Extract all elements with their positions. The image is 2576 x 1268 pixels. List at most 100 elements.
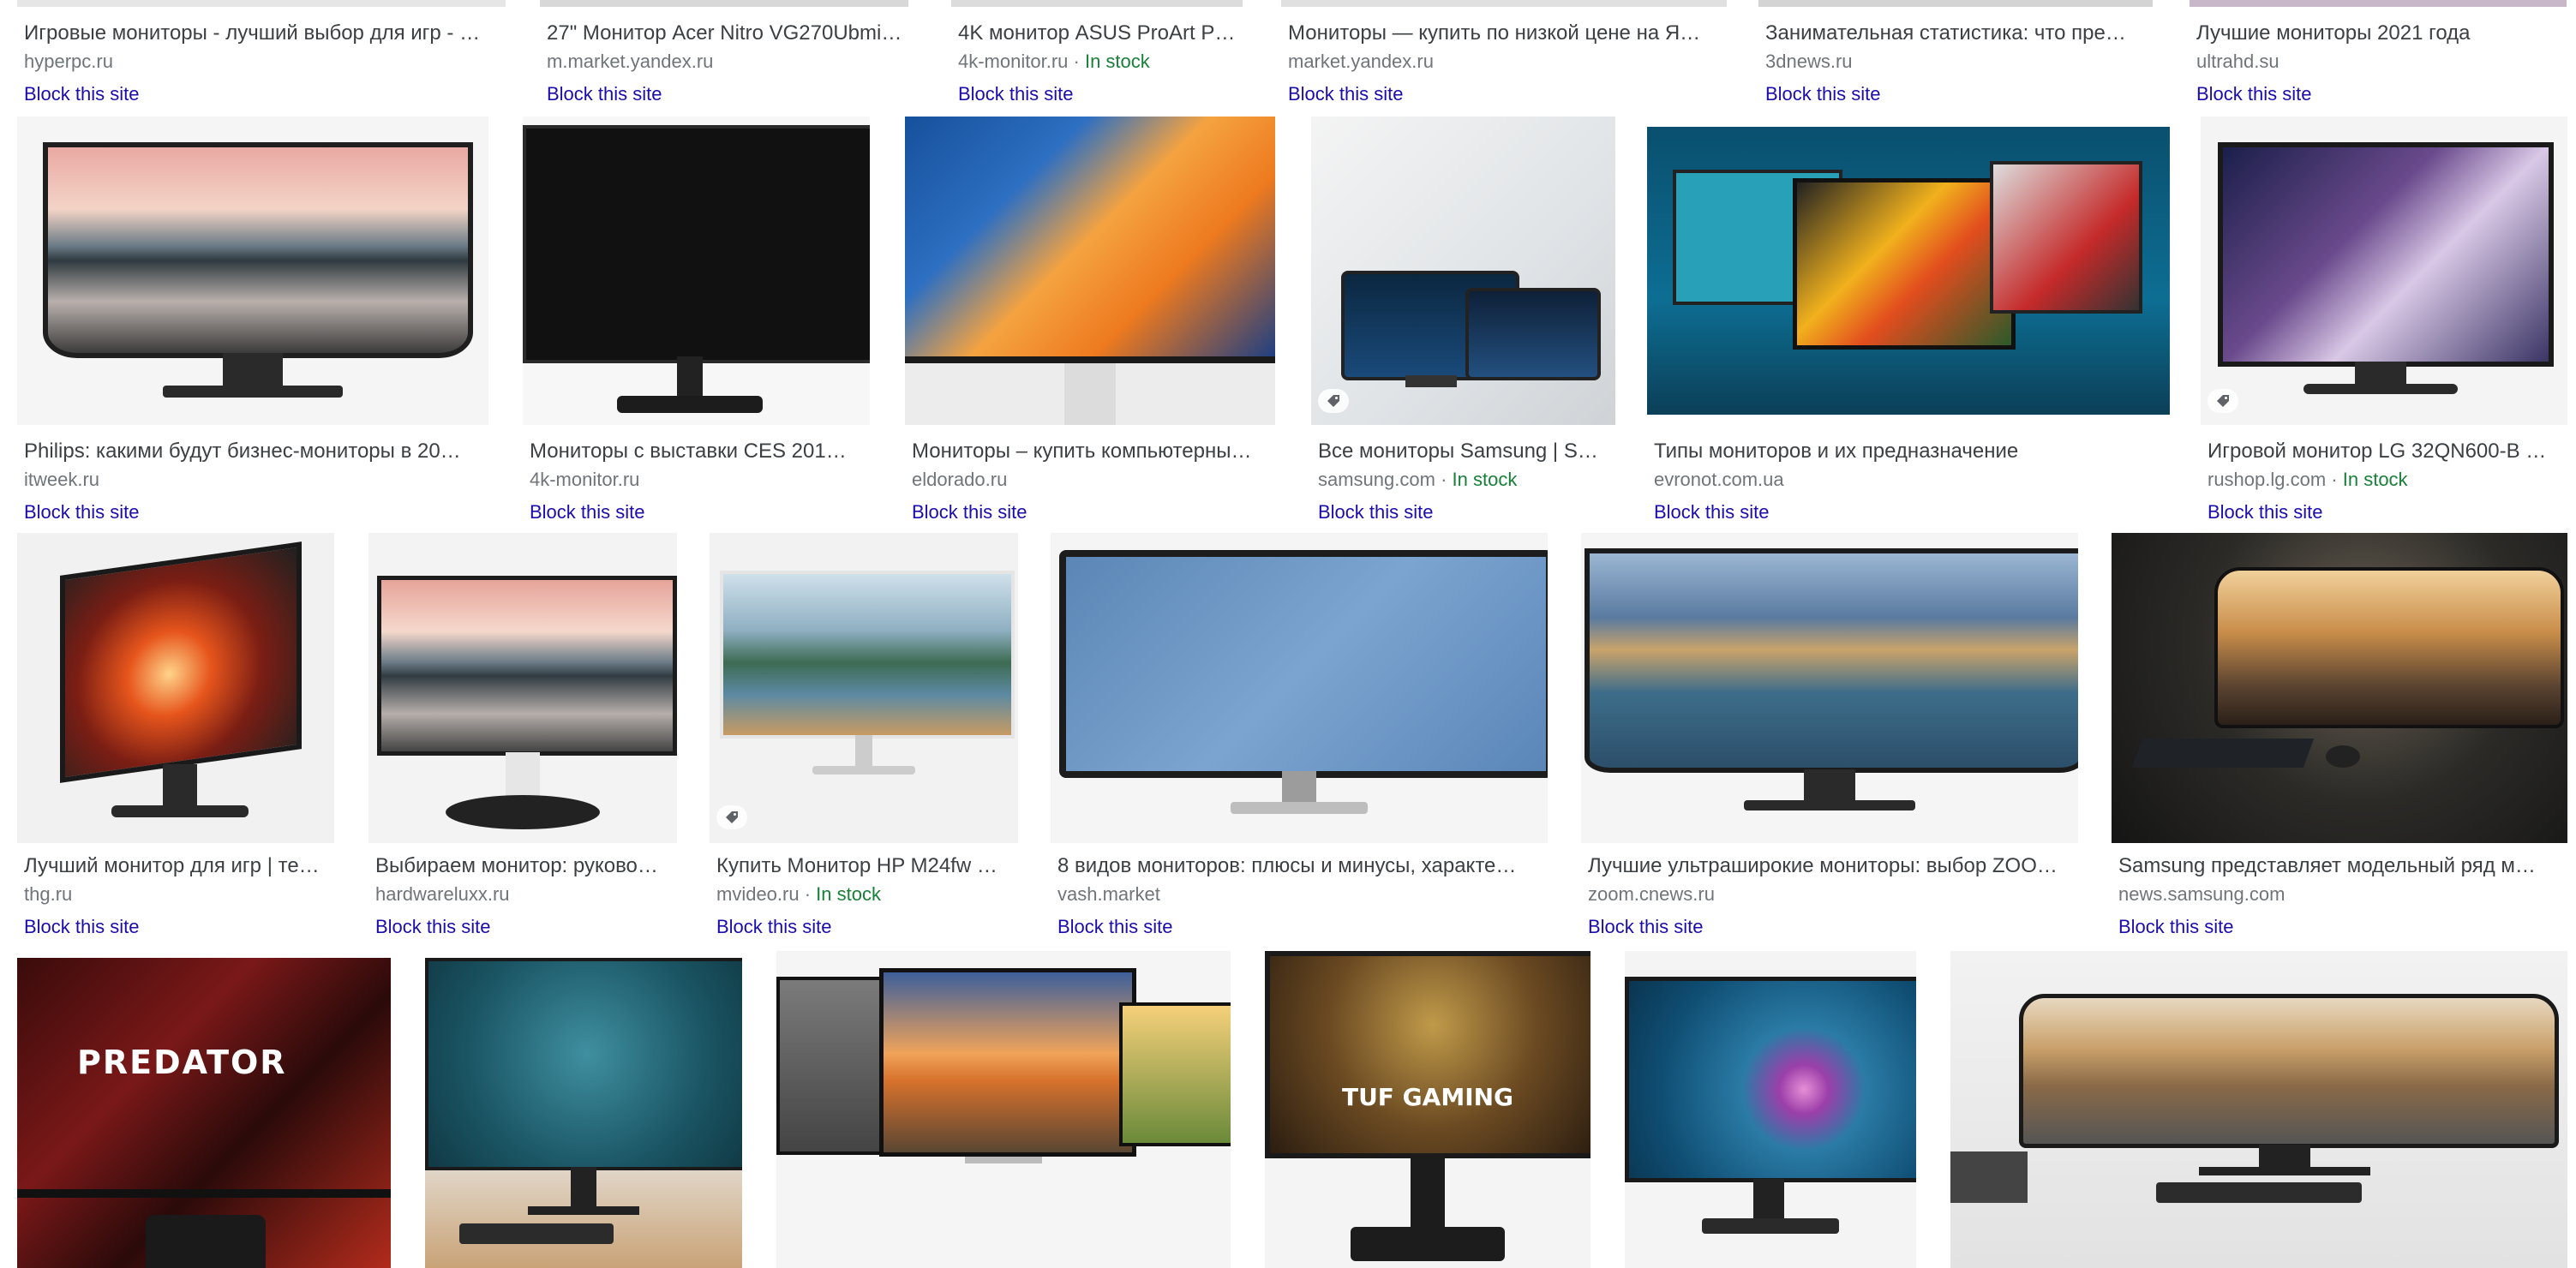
result-card[interactable]: Занимательная статистика: что пре… 3dnew… [1758,0,2153,120]
block-site-link[interactable]: Block this site [1654,500,1770,524]
product-tag-icon [2208,389,2238,413]
block-site-link[interactable]: Block this site [912,500,1027,524]
image-thumbnail[interactable] [540,0,908,7]
result-title[interactable]: Игровой монитор LG 32QN600-B … [2208,439,2564,464]
image-thumbnail[interactable]: TUF GAMING [1265,951,1591,1268]
result-source: market.yandex.ru [1288,51,1434,72]
image-thumbnail[interactable] [1950,951,2567,1268]
result-source: ultrahd.su [2196,51,2279,72]
result-source: 3dnews.ru [1765,51,1853,72]
image-thumbnail[interactable] [425,958,742,1268]
result-card[interactable]: Лучший монитор для игр | те… thg.ru Bloc… [17,533,334,949]
image-thumbnail[interactable] [1647,127,2170,415]
result-title[interactable]: Игровые мониторы - лучший выбор для игр … [24,21,502,46]
block-site-link[interactable]: Block this site [716,915,832,939]
result-card[interactable]: Мониторы – купить компьютерны… eldorado.… [905,117,1275,533]
result-source: news.samsung.com [2118,883,2285,905]
block-site-link[interactable]: Block this site [2118,915,2234,939]
brand-logo-text: TUF GAMING [1341,1083,1514,1111]
block-site-link[interactable]: Block this site [24,82,140,106]
image-thumbnail[interactable] [1281,0,1727,7]
result-title[interactable]: Мониторы — купить по низкой цене на Я… [1288,21,1723,46]
image-thumbnail[interactable] [2190,0,2567,7]
result-source: samsung.com [1318,469,1435,490]
result-title[interactable]: Philips: какими будут бизнес-мониторы в … [24,439,485,464]
result-card[interactable]: Мониторы — купить по низкой цене на Я… m… [1281,0,1727,120]
result-source: hyperpc.ru [24,51,113,72]
result-source: zoom.cnews.ru [1588,883,1715,905]
image-thumbnail[interactable] [523,117,870,425]
result-title[interactable]: Выбираем монитор: руково… [375,853,674,879]
image-thumbnail[interactable] [2112,533,2567,843]
block-site-link[interactable]: Block this site [547,82,662,106]
block-site-link[interactable]: Block this site [1588,915,1704,939]
image-thumbnail[interactable] [17,0,506,7]
block-site-link[interactable]: Block this site [530,500,645,524]
result-title[interactable]: Купить Монитор HP M24fw … [716,853,1015,879]
result-title[interactable]: Занимательная статистика: что пре… [1765,21,2149,46]
result-card[interactable]: Типы мониторов и их предназначение evron… [1647,117,2170,533]
image-thumbnail[interactable] [951,0,1243,7]
result-source: thg.ru [24,883,73,905]
image-thumbnail[interactable] [368,533,677,843]
result-title[interactable]: Мониторы с выставки CES 201… [530,439,866,464]
block-site-link[interactable]: Block this site [24,500,140,524]
result-card[interactable]: Все мониторы Samsung | S… samsung.com · … [1311,117,1615,533]
result-card[interactable]: Игровой монитор LG 32QN600-B … rushop.lg… [2201,117,2567,533]
result-card[interactable]: Мониторы с выставки CES 201… 4k-monitor.… [523,117,870,533]
result-source: hardwareluxx.ru [375,883,510,905]
block-site-link[interactable]: Block this site [1057,915,1173,939]
result-card[interactable]: Игровые мониторы - лучший выбор для игр … [17,0,506,120]
image-thumbnail[interactable] [1581,533,2078,843]
image-thumbnail[interactable] [776,951,1231,1268]
result-card[interactable]: 8 видов мониторов: плюсы и минусы, харак… [1051,533,1548,949]
image-thumbnail[interactable] [1625,951,1916,1268]
block-site-link[interactable]: Block this site [2208,500,2323,524]
result-card[interactable]: Купить Монитор HP M24fw … mvideo.ru · In… [710,533,1018,949]
result-card[interactable]: Philips: какими будут бизнес-мониторы в … [17,117,488,533]
result-title[interactable]: Лучший монитор для игр | те… [24,853,331,879]
stock-badge: In stock [1452,469,1518,490]
block-site-link[interactable]: Block this site [375,915,491,939]
result-source: m.market.yandex.ru [547,51,714,72]
result-title[interactable]: Мониторы – купить компьютерны… [912,439,1272,464]
image-thumbnail[interactable] [905,117,1275,425]
image-thumbnail[interactable] [17,533,334,843]
result-title[interactable]: 8 видов мониторов: плюсы и минусы, харак… [1057,853,1544,879]
block-site-link[interactable]: Block this site [1318,500,1434,524]
image-thumbnail[interactable] [1311,117,1615,425]
result-title[interactable]: Лучшие мониторы 2021 года [2196,21,2563,46]
image-thumbnail[interactable] [1758,0,2153,7]
result-title[interactable]: Все мониторы Samsung | S… [1318,439,1612,464]
product-tag-icon [1318,389,1349,413]
result-title[interactable]: 4K монитор ASUS ProArt P… [958,21,1239,46]
image-thumbnail[interactable] [710,533,1018,843]
result-title[interactable]: 27" Монитор Acer Nitro VG270Ubmi… [547,21,905,46]
stock-badge: In stock [2342,469,2408,490]
result-card[interactable]: Samsung представляет модельный ряд м… ne… [2112,533,2567,949]
result-card[interactable]: 27" Монитор Acer Nitro VG270Ubmi… m.mark… [540,0,908,120]
block-site-link[interactable]: Block this site [1288,82,1404,106]
result-title[interactable]: Samsung представляет модельный ряд м… [2118,853,2564,879]
image-thumbnail[interactable] [17,117,488,425]
block-site-link[interactable]: Block this site [1765,82,1881,106]
result-card[interactable]: Лучшие мониторы 2021 года ultrahd.su Blo… [2190,0,2567,120]
block-site-link[interactable]: Block this site [958,82,1074,106]
result-card[interactable]: 4K монитор ASUS ProArt P… 4k-monitor.ru … [951,0,1243,120]
image-thumbnail[interactable]: PREDATOR [17,958,391,1268]
image-thumbnail[interactable] [1051,533,1548,843]
image-thumbnail[interactable] [2201,117,2567,425]
result-card[interactable]: Выбираем монитор: руково… hardwareluxx.r… [368,533,677,949]
block-site-link[interactable]: Block this site [24,915,140,939]
result-source: mvideo.ru [716,883,800,905]
result-card[interactable]: Лучшие ультраширокие мониторы: выбор ZOO… [1581,533,2078,949]
block-site-link[interactable]: Block this site [2196,82,2312,106]
result-source: itweek.ru [24,469,100,490]
stock-badge: In stock [1084,51,1150,72]
result-source: 4k-monitor.ru [530,469,640,490]
result-title[interactable]: Лучшие ультраширокие мониторы: выбор ZOO… [1588,853,2075,879]
separator: · [2326,469,2343,490]
result-source: vash.market [1057,883,1160,905]
brand-logo-text: PREDATOR [77,1044,287,1081]
result-title[interactable]: Типы мониторов и их предназначение [1654,439,2166,464]
